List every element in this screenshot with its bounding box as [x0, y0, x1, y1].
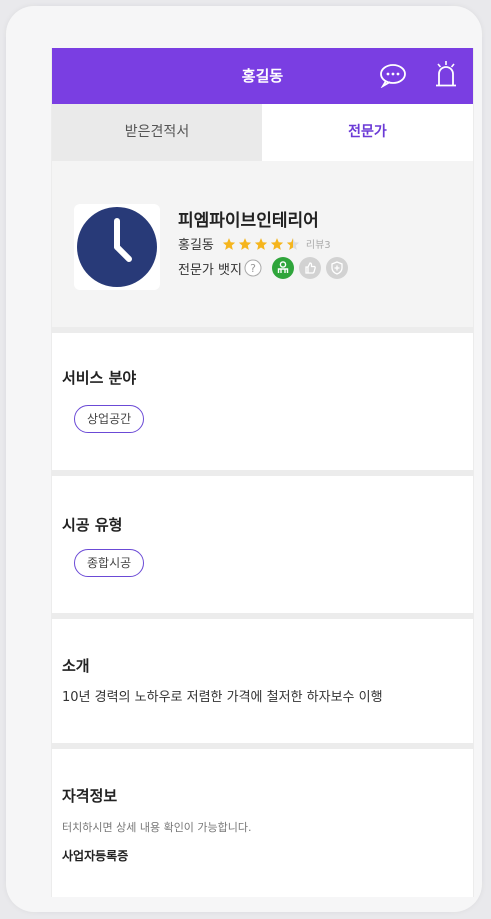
construction-type-title: 시공 유형 — [62, 516, 123, 534]
svg-text:?: ? — [250, 262, 256, 275]
service-field-section: 서비스 분야 상업공간 — [52, 333, 473, 470]
service-field-tag: 상업공간 — [74, 405, 145, 433]
company-logo — [74, 204, 160, 290]
badge-label: 전문가 뱃지 — [178, 262, 242, 278]
star-icon — [238, 237, 252, 250]
owner-rating-row: 홍길동 리뷰3 — [178, 234, 331, 253]
half-star-icon — [286, 237, 300, 250]
star-rating — [222, 237, 300, 251]
intro-title: 소개 — [62, 657, 90, 675]
alarm-bell-icon[interactable] — [433, 59, 459, 93]
qualification-hint: 터치하시면 상세 내용 확인이 가능합니다. — [62, 821, 252, 834]
shield-badge-icon[interactable] — [325, 257, 348, 279]
intro-section: 소개 10년 경력의 노하우로 저렴한 가격에 철저한 하자보수 이행 — [52, 619, 473, 743]
expert-profile-card: 피엠파이브인테리어 홍길동 리뷰3 전문가 뱃지 ? — [52, 161, 473, 327]
header-title: 홍길동 — [241, 67, 284, 85]
construction-type-tag: 종합시공 — [74, 549, 145, 577]
qualification-section[interactable]: 자격정보 터치하시면 상세 내용 확인이 가능합니다. 사업자등록증 — [52, 749, 473, 897]
device-frame: 홍길동 받은견적서 전문가 피엠파이브인테리어 홍길동 리뷰3 전문가 뱃지 ?… — [6, 6, 482, 912]
owner-name: 홍길동 — [178, 238, 214, 253]
tab-received-quotes[interactable]: 받은견적서 — [52, 104, 262, 161]
qualification-title: 자격정보 — [62, 787, 118, 805]
review-count[interactable]: 리뷰3 — [306, 236, 331, 251]
app-header: 홍길동 — [52, 48, 473, 104]
intro-text: 10년 경력의 노하우로 저렴한 가격에 철저한 하자보수 이행 — [62, 690, 383, 705]
tab-bar: 받은견적서 전문가 — [52, 104, 473, 161]
thumbs-up-badge-icon[interactable] — [298, 257, 321, 279]
star-icon — [222, 237, 236, 250]
app-screen: 홍길동 받은견적서 전문가 피엠파이브인테리어 홍길동 리뷰3 전문가 뱃지 ?… — [51, 48, 474, 897]
person-badge-icon[interactable] — [271, 257, 294, 279]
company-name: 피엠파이브인테리어 — [178, 211, 319, 231]
service-field-title: 서비스 분야 — [62, 369, 137, 387]
construction-type-section: 시공 유형 종합시공 — [52, 476, 473, 613]
star-icon — [270, 237, 284, 250]
star-icon — [254, 237, 268, 250]
clock-icon — [77, 207, 157, 287]
help-icon[interactable]: ? — [244, 259, 262, 277]
chat-bubble-icon[interactable] — [378, 62, 408, 92]
expert-badge-row: 전문가 뱃지 ? — [178, 257, 348, 279]
business-license-item[interactable]: 사업자등록증 — [62, 847, 128, 864]
tab-expert[interactable]: 전문가 — [262, 104, 473, 161]
